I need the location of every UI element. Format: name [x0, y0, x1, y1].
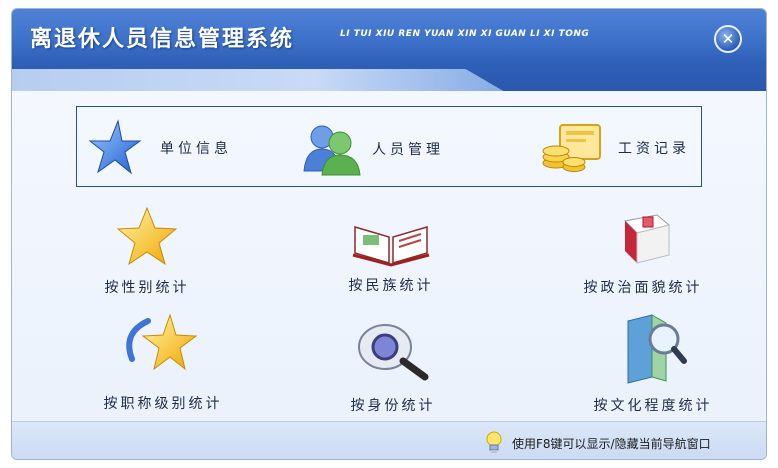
stat-identity[interactable]: 按身份统计	[328, 319, 458, 415]
stat-political[interactable]: 按政治面貌统计	[568, 211, 718, 297]
footer-hint: 使用F8键可以显示/隐藏当前导航窗口	[482, 430, 711, 456]
stat-ethnicity[interactable]: 按民族统计	[326, 209, 456, 295]
star-swirl-icon	[126, 313, 198, 371]
close-icon: ✕	[721, 29, 735, 48]
stat-title-level-label: 按职称级别统计	[103, 396, 223, 412]
lightbulb-icon	[486, 431, 502, 453]
nav-item-personnel[interactable]: 人员管理	[300, 121, 444, 177]
stat-education-label: 按文化程度统计	[593, 398, 713, 414]
search-magnifier-icon	[358, 324, 429, 381]
app-title: 离退休人员信息管理系统	[30, 27, 295, 52]
red-book-icon	[623, 214, 671, 264]
stat-political-label: 按政治面貌统计	[583, 280, 703, 296]
document-search-icon	[627, 314, 687, 384]
nav-item-unit-info[interactable]: 单位信息	[88, 119, 232, 177]
nav-label-salary: 工资记录	[618, 141, 690, 157]
nav-label-unit-info: 单位信息	[160, 141, 232, 157]
coins-icon	[542, 124, 601, 172]
footer-hint-text: 使用F8键可以显示/隐藏当前导航窗口	[512, 436, 711, 451]
app-subtitle: LI TUI XIU REN YUAN XIN XI GUAN LI XI TO…	[340, 29, 590, 39]
stat-identity-label: 按身份统计	[350, 398, 436, 414]
stat-ethnicity-label: 按民族统计	[348, 278, 434, 294]
book-icon	[352, 225, 430, 267]
gold-star-icon	[116, 206, 178, 266]
stat-gender[interactable]: 按性别统计	[82, 205, 212, 297]
users-icon	[303, 125, 361, 176]
stat-education[interactable]: 按文化程度统计	[578, 311, 728, 415]
stat-gender-label: 按性别统计	[104, 280, 190, 296]
title-bar: 离退休人员信息管理系统 LI TUI XIU REN YUAN XIN XI G…	[12, 9, 766, 91]
main-window: 离退休人员信息管理系统 LI TUI XIU REN YUAN XIN XI G…	[11, 8, 767, 460]
close-button[interactable]: ✕	[714, 25, 742, 53]
status-bar: 使用F8键可以显示/隐藏当前导航窗口	[12, 421, 766, 459]
star-icon	[88, 119, 142, 175]
stat-title-level[interactable]: 按职称级别统计	[88, 311, 238, 413]
nav-label-personnel: 人员管理	[372, 142, 444, 158]
nav-item-salary[interactable]: 工资记录	[538, 119, 690, 177]
